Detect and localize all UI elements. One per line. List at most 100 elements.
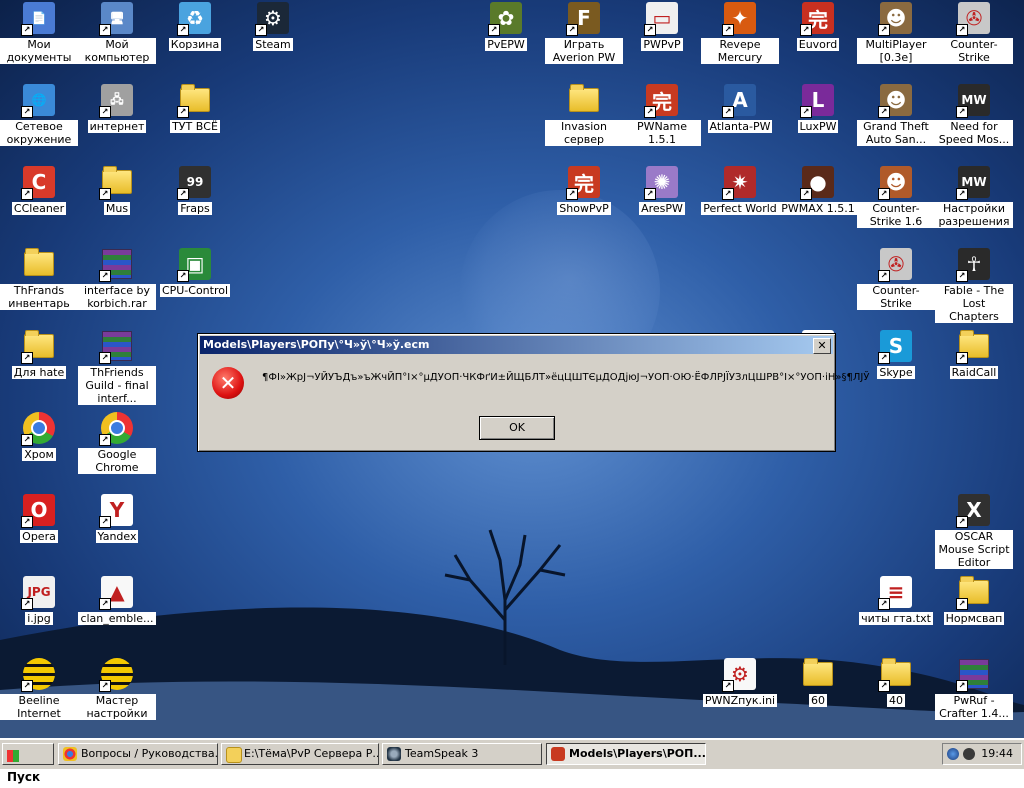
ccleaner-icon: C ↗ xyxy=(21,166,55,200)
desktop-icon[interactable]: ↗ ThFriends Guild - final interf... xyxy=(78,330,156,405)
close-button[interactable]: ✕ xyxy=(813,338,831,354)
error-icon: ✕ xyxy=(212,367,244,399)
desktop-icon[interactable]: JPG ↗ i.jpg xyxy=(0,576,78,625)
desktop-icon[interactable]: MW ↗ Настройки разрешения xyxy=(935,166,1013,228)
desktop-icon[interactable]: ↗ Нормсвап xyxy=(935,576,1013,625)
desktop-icon[interactable]: ♻ ↗ Корзина xyxy=(156,2,234,51)
desktop-icon[interactable]: 🖧 ↗ интернет xyxy=(78,84,156,133)
desktop-icon-label: Сетевое окружение xyxy=(0,120,78,146)
ok-button[interactable]: OK xyxy=(479,416,555,440)
shortcut-arrow-icon: ↗ xyxy=(644,106,656,118)
desktop-icon[interactable]: ↗ Хром xyxy=(0,412,78,461)
desktop-icon-label: Fable - The Lost Chapters xyxy=(935,284,1013,323)
desktop-icon-label: Counter-Strike xyxy=(935,38,1013,64)
desktop-icon[interactable]: L ↗ LuxPW xyxy=(779,84,857,133)
desktop-icon[interactable]: 60 xyxy=(779,658,857,707)
desktop-icon[interactable]: ☻ ↗ Counter-Strike 1.6 xyxy=(857,166,935,228)
desktop-icon-label: PWMAX 1.5.1 xyxy=(779,202,857,215)
desktop-icon[interactable]: ↗ Для hate xyxy=(0,330,78,379)
desktop-icon[interactable]: ✿ ↗ PvEPW xyxy=(467,2,545,51)
desktop-icon[interactable]: 99 ↗ Fraps xyxy=(156,166,234,215)
desktop-icon[interactable]: ✇ ↗ Counter-Strike xyxy=(857,248,935,310)
shortcut-arrow-icon: ↗ xyxy=(99,188,111,200)
rar-icon: ↗ xyxy=(99,248,133,282)
desktop-icon[interactable]: ⚙ ↗ PWNZпук.ini xyxy=(701,658,779,707)
desktop-icon[interactable]: ≡ ↗ читы гта.txt xyxy=(857,576,935,625)
counter-strike-icon: ✇ ↗ xyxy=(956,2,990,36)
shortcut-arrow-icon: ↗ xyxy=(99,680,111,692)
desktop-icon-label: CPU-Control xyxy=(159,284,231,297)
desktop-icon[interactable]: ↗ RaidCall xyxy=(935,330,1013,379)
desktop-icon[interactable]: ThFrands инвентарь xyxy=(0,248,78,310)
desktop-icon[interactable]: ⚙ ↗ Steam xyxy=(234,2,312,51)
desktop-icon[interactable]: 🖥 ↗ Мой компьютер xyxy=(78,2,156,64)
desktop-icon[interactable]: F ↗ Играть Averion PW xyxy=(545,2,623,64)
shortcut-arrow-icon: ↗ xyxy=(956,24,968,36)
desktop-icon[interactable]: ↗ Google Chrome xyxy=(78,412,156,474)
dialog-title-bar[interactable]: Models\Players\РОПу\°Ч»ў\°Ч»ў.ecm ✕ xyxy=(200,336,833,354)
desktop-icon[interactable]: ↗ interface by korbich.rar xyxy=(78,248,156,310)
shortcut-arrow-icon: ↗ xyxy=(177,188,189,200)
desktop-icon[interactable]: ▲ ↗ clan_emble... xyxy=(78,576,156,625)
desktop-icon[interactable]: MW ↗ Need for Speed Mos... xyxy=(935,84,1013,146)
desktop-icon[interactable]: ☻ ↗ MultiPlayer [0.3e] xyxy=(857,2,935,64)
desktop-icon[interactable]: ✺ ↗ AresPW xyxy=(623,166,701,215)
multiplayer-icon: ☻ ↗ xyxy=(878,2,912,36)
clock: 19:44 xyxy=(981,747,1013,760)
beeline-setup-icon: ↗ xyxy=(99,658,133,692)
network-tray-icon[interactable] xyxy=(947,748,959,760)
desktop-icon[interactable]: O ↗ Opera xyxy=(0,494,78,543)
steam-icon: ⚙ ↗ xyxy=(255,2,289,36)
desktop-icon-label: Fraps xyxy=(178,202,212,215)
desktop-icon[interactable]: 完 ↗ ShowPvP xyxy=(545,166,623,215)
desktop-icon[interactable]: ✦ ↗ Revepe Mercury xyxy=(701,2,779,64)
desktop-icon[interactable]: ☻ ↗ Grand Theft Auto San... xyxy=(857,84,935,146)
shortcut-arrow-icon: ↗ xyxy=(956,188,968,200)
desktop-icon[interactable]: ▣ ↗ CPU-Control xyxy=(156,248,234,297)
desktop-icon[interactable]: Y ↗ Yandex xyxy=(78,494,156,543)
shortcut-arrow-icon: ↗ xyxy=(878,270,890,282)
start-button[interactable]: Пуск xyxy=(2,743,54,784)
desktop-icon[interactable]: ↗ Мастер настройки xyxy=(78,658,156,720)
shortcut-arrow-icon: ↗ xyxy=(878,598,890,610)
tray-app-icon[interactable] xyxy=(963,748,975,760)
desktop-icon-label: 40 xyxy=(887,694,905,707)
desktop: 📄 ↗ Мои документы 🖥 ↗ Мой компьютер ♻ ↗ Корзина ⚙… xyxy=(0,0,1024,738)
desktop-icon-label: i.jpg xyxy=(25,612,53,625)
shortcut-arrow-icon: ↗ xyxy=(566,24,578,36)
desktop-icon[interactable]: 完 ↗ PWName 1.5.1 xyxy=(623,84,701,146)
taskbar-item-chrome[interactable]: Вопросы / Руководства... xyxy=(58,743,218,765)
folder-icon: ↗ xyxy=(956,330,990,364)
chrome-icon xyxy=(63,747,77,761)
desktop-icon[interactable]: 📄 ↗ Мои документы xyxy=(0,2,78,64)
rar-icon: ↗ xyxy=(956,658,990,692)
desktop-icon[interactable]: ↗ Mus xyxy=(78,166,156,215)
desktop-icon[interactable]: Invasion сервер xyxy=(545,84,623,146)
desktop-icon-label: Mus xyxy=(103,202,131,215)
desktop-icon-label: Revepe Mercury xyxy=(701,38,779,64)
desktop-icon[interactable]: A ↗ Atlanta-PW xyxy=(701,84,779,133)
desktop-icon[interactable]: X ↗ OSCAR Mouse Script Editor xyxy=(935,494,1013,569)
desktop-icon[interactable]: ✷ ↗ Perfect World xyxy=(701,166,779,215)
desktop-icon[interactable]: ↗ Beeline Internet xyxy=(0,658,78,720)
shortcut-arrow-icon: ↗ xyxy=(99,352,111,364)
atlanta-pw-icon: A ↗ xyxy=(722,84,756,118)
desktop-icon-label: LuxPW xyxy=(797,120,839,133)
taskbar-item-error-dialog[interactable]: Models\Players\РОП... xyxy=(546,743,706,765)
taskbar-item-explorer[interactable]: E:\Тёма\PvP Сервера Р... xyxy=(221,743,379,765)
desktop-icon[interactable]: ☥ ↗ Fable - The Lost Chapters xyxy=(935,248,1013,323)
desktop-icon[interactable]: ↗ PwRuf - Crafter 1.4... xyxy=(935,658,1013,720)
taskbar-item-teamspeak[interactable]: TeamSpeak 3 xyxy=(382,743,542,765)
desktop-icon[interactable]: C ↗ CCleaner xyxy=(0,166,78,215)
desktop-icon[interactable]: ↗ 40 xyxy=(857,658,935,707)
desktop-icon[interactable]: ● ↗ PWMAX 1.5.1 xyxy=(779,166,857,215)
desktop-icon[interactable]: ✇ ↗ Counter-Strike xyxy=(935,2,1013,64)
taskbar-item-label: TeamSpeak 3 xyxy=(405,747,479,760)
desktop-icon[interactable]: ▭ ↗ PWPvP xyxy=(623,2,701,51)
desktop-icon[interactable]: ↗ ТУТ ВСЁ xyxy=(156,84,234,133)
desktop-icon[interactable]: 完 ↗ Euvord xyxy=(779,2,857,51)
arespw-icon: ✺ ↗ xyxy=(644,166,678,200)
desktop-icon[interactable]: 🌐 ↗ Сетевое окружение xyxy=(0,84,78,146)
desktop-icon-label: 60 xyxy=(809,694,827,707)
desktop-icon-label: интернет xyxy=(87,120,147,133)
